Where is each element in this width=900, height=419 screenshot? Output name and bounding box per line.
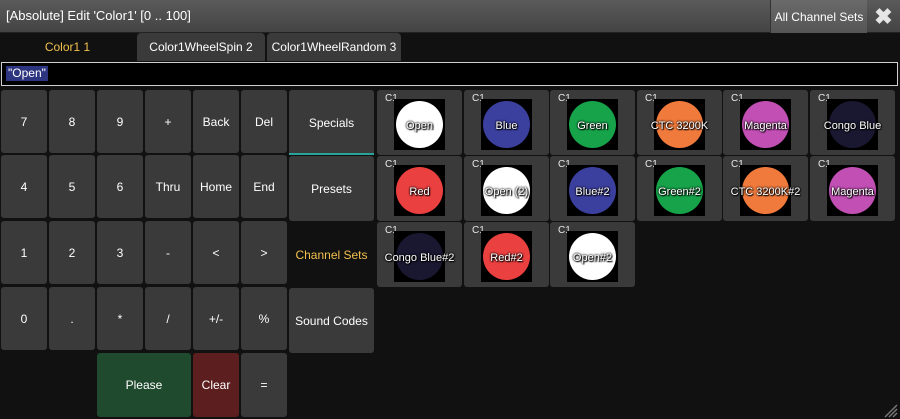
- key-6[interactable]: 6: [97, 155, 143, 218]
- key-4[interactable]: 4: [1, 155, 47, 218]
- preset-tile-blue[interactable]: C1 Blue: [464, 90, 549, 155]
- preset-tile-magenta-2[interactable]: C1 Magenta: [810, 156, 895, 221]
- key-dot[interactable]: .: [49, 287, 95, 350]
- preset-label: Magenta: [831, 186, 874, 198]
- all-channel-sets-button[interactable]: All Channel Sets: [770, 0, 867, 33]
- key-home[interactable]: Home: [193, 155, 239, 218]
- preset-tile-ctc-3200k[interactable]: C1 CTC 3200K: [637, 90, 722, 155]
- preset-tile-red[interactable]: C1 Red: [377, 156, 462, 221]
- key-7[interactable]: 7: [1, 90, 47, 153]
- preset-label: CTC 3200K: [650, 120, 709, 132]
- preset-tile-green-2[interactable]: C1 Green#2: [637, 156, 722, 221]
- clear-button[interactable]: Clear: [193, 353, 239, 417]
- preset-label: Blue#2: [575, 186, 610, 198]
- preset-tile-congo-blue-2[interactable]: C1 Congo Blue#2: [377, 222, 462, 287]
- preset-label: CTC 3200K#2: [730, 186, 801, 198]
- title-bar: [Absolute] Edit 'Color1' [0 .. 100] All …: [0, 0, 900, 33]
- preset-label: Open#2: [572, 252, 613, 264]
- preset-label: Congo Blue#2: [384, 252, 455, 264]
- key-8[interactable]: 8: [49, 90, 95, 153]
- key-5[interactable]: 5: [49, 155, 95, 218]
- key-minus[interactable]: -: [145, 221, 191, 284]
- tab-color1-1[interactable]: Color1 1: [0, 33, 135, 61]
- preset-tile-magenta[interactable]: C1 Magenta: [723, 90, 808, 155]
- category-sound-codes[interactable]: Sound Codes: [289, 288, 374, 353]
- key-asterisk[interactable]: *: [97, 287, 143, 350]
- category-label: Presets: [311, 181, 352, 196]
- category-underline: [289, 153, 374, 155]
- category-specials[interactable]: Specials: [289, 90, 374, 155]
- key-cursor-left[interactable]: <: [193, 221, 239, 284]
- preset-label: Red#2: [490, 252, 523, 264]
- preset-label: Congo Blue: [823, 120, 882, 132]
- value-input[interactable]: "Open": [1, 62, 898, 86]
- preset-label: Blue: [495, 120, 518, 132]
- key-plus[interactable]: +: [145, 90, 191, 153]
- please-button[interactable]: Please: [97, 353, 191, 417]
- key-back[interactable]: Back: [193, 90, 239, 153]
- category-label: Specials: [308, 115, 355, 130]
- preset-label: Green: [577, 120, 608, 132]
- feature-tabs: Color1 1 Color1WheelSpin 2 Color1WheelRa…: [0, 33, 900, 61]
- preset-label: Open (2): [484, 186, 529, 198]
- category-label: Channel Sets: [295, 247, 368, 262]
- key-equals[interactable]: =: [241, 353, 287, 417]
- value-input-text: "Open": [6, 66, 48, 81]
- key-plus-minus[interactable]: +/-: [193, 287, 239, 350]
- window-title: [Absolute] Edit 'Color1' [0 .. 100]: [6, 8, 191, 23]
- key-9[interactable]: 9: [97, 90, 143, 153]
- key-2[interactable]: 2: [49, 221, 95, 284]
- close-icon[interactable]: ✖: [867, 0, 900, 33]
- preset-tile-ctc-3200k-2[interactable]: C1 CTC 3200K#2: [723, 156, 808, 221]
- preset-tile-open-2b[interactable]: C1 Open#2: [550, 222, 635, 287]
- key-slash[interactable]: /: [145, 287, 191, 350]
- preset-tile-blue-2[interactable]: C1 Blue#2: [550, 156, 635, 221]
- preset-label: Green#2: [658, 186, 701, 198]
- preset-label: Red: [409, 186, 430, 198]
- preset-tile-red-2[interactable]: C1 Red#2: [464, 222, 549, 287]
- preset-tile-open[interactable]: C1 Open: [377, 90, 462, 155]
- preset-tile-green[interactable]: C1 Green: [550, 90, 635, 155]
- key-del[interactable]: Del: [241, 90, 287, 153]
- key-3[interactable]: 3: [97, 221, 143, 284]
- key-end[interactable]: End: [241, 155, 287, 218]
- key-percent[interactable]: %: [241, 287, 287, 350]
- key-1[interactable]: 1: [1, 221, 47, 284]
- category-presets[interactable]: Presets: [289, 156, 374, 221]
- preset-tile-congo-blue[interactable]: C1 Congo Blue: [810, 90, 895, 155]
- preset-label: Magenta: [744, 120, 787, 132]
- preset-label: Open: [406, 120, 433, 132]
- key-thru[interactable]: Thru: [145, 155, 191, 218]
- key-cursor-right[interactable]: >: [241, 221, 287, 284]
- category-channel-sets[interactable]: Channel Sets: [289, 222, 374, 287]
- preset-tile-open-2[interactable]: C1 Open (2): [464, 156, 549, 221]
- key-0[interactable]: 0: [1, 287, 47, 350]
- tab-color1wheelspin-2[interactable]: Color1WheelSpin 2: [137, 33, 265, 61]
- tab-color1wheelrandom-3[interactable]: Color1WheelRandom 3: [267, 33, 401, 61]
- category-label: Sound Codes: [295, 313, 368, 328]
- resize-grip-icon[interactable]: [880, 400, 898, 418]
